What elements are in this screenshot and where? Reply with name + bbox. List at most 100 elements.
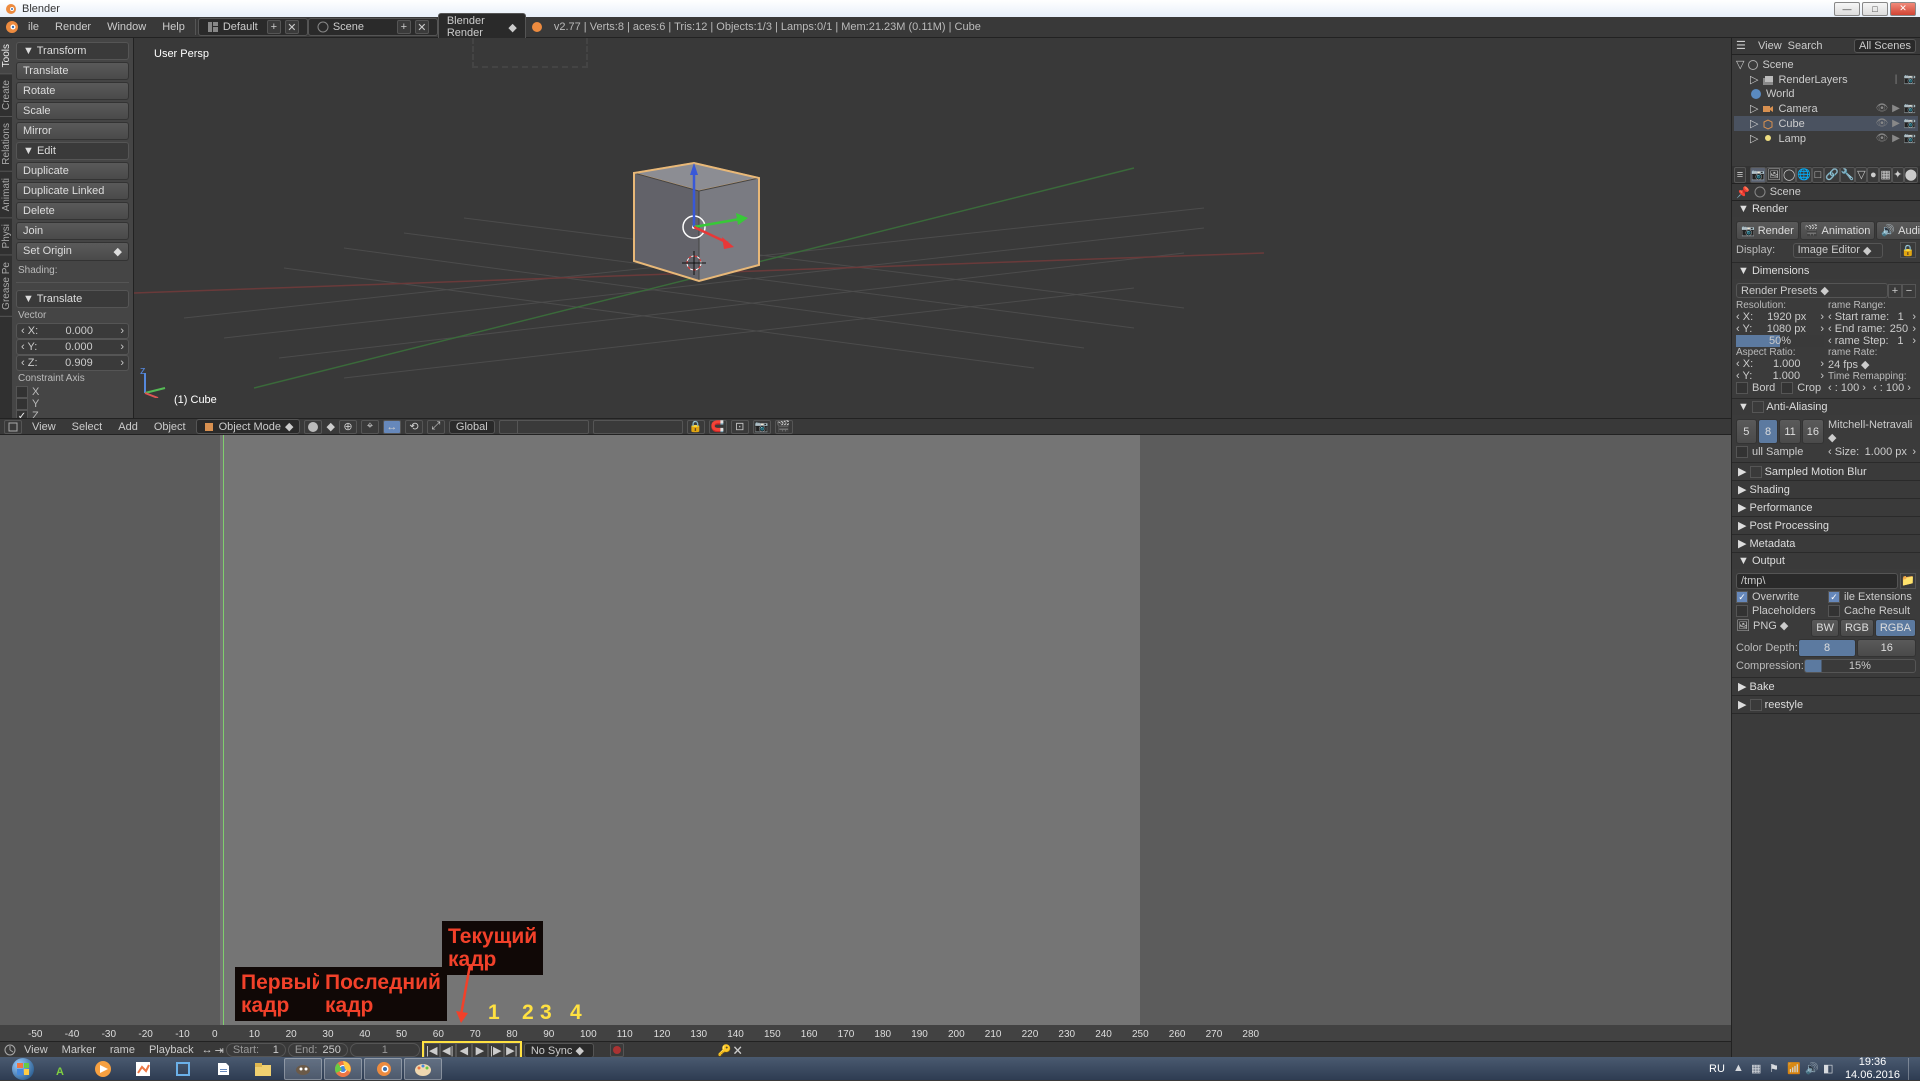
depth-8-button[interactable]: 8 bbox=[1798, 639, 1857, 657]
join-button[interactable]: Join bbox=[16, 222, 129, 240]
outliner-world-row[interactable]: World bbox=[1734, 87, 1918, 101]
output-path-field[interactable] bbox=[1736, 573, 1898, 589]
render-animation-button[interactable]: 🎬Animation bbox=[1800, 221, 1876, 240]
render-engine-dropdown[interactable]: Blender Render◆ bbox=[438, 13, 526, 41]
fileext-check[interactable]: ile Extensions bbox=[1828, 591, 1916, 603]
postprocess-panel-header[interactable]: ▶ Post Processing bbox=[1732, 517, 1920, 534]
crop-check[interactable]: Crop bbox=[1781, 382, 1821, 394]
frame-start-field[interactable]: ‹ Start rame:1› bbox=[1828, 311, 1916, 323]
outliner-cube-row[interactable]: ▷Cube👁▶📷 bbox=[1734, 116, 1918, 131]
orientation-dropdown[interactable]: Global bbox=[449, 420, 495, 434]
vector-x-field[interactable]: ‹ X:0.000› bbox=[16, 323, 129, 339]
bw-button[interactable]: BW bbox=[1811, 619, 1839, 637]
menu-window[interactable]: Window bbox=[99, 19, 154, 35]
tab-create[interactable]: Create bbox=[0, 74, 12, 117]
tray-network-icon[interactable]: 📶 bbox=[1787, 1062, 1801, 1076]
scale-button[interactable]: Scale bbox=[16, 102, 129, 120]
manipulator-rotate-icon[interactable]: ⟲ bbox=[405, 420, 423, 434]
aspect-y-field[interactable]: ‹ Y:1.000› bbox=[1736, 370, 1824, 382]
tray-show-hidden-icon[interactable]: ▲ bbox=[1733, 1062, 1747, 1076]
output-panel-header[interactable]: ▼ Output bbox=[1732, 553, 1920, 569]
edit-header[interactable]: ▼ Edit bbox=[16, 142, 129, 160]
vector-y-field[interactable]: ‹ Y:0.000› bbox=[16, 339, 129, 355]
outliner-search[interactable]: Search bbox=[1788, 40, 1823, 52]
taskbar-paint[interactable] bbox=[404, 1058, 442, 1080]
placeholders-check[interactable]: Placeholders bbox=[1736, 605, 1824, 617]
rotate-button[interactable]: Rotate bbox=[16, 82, 129, 100]
taskbar-app-1[interactable]: A bbox=[44, 1058, 82, 1080]
vh-add[interactable]: Add bbox=[112, 420, 144, 434]
browse-folder-icon[interactable]: 📁 bbox=[1900, 573, 1916, 589]
aa-8-button[interactable]: 8 bbox=[1758, 419, 1779, 444]
tray-icon-5[interactable]: ◧ bbox=[1823, 1062, 1837, 1076]
gl-render-icon[interactable]: 🎬 bbox=[775, 420, 793, 434]
close-button[interactable]: ✕ bbox=[1890, 2, 1916, 16]
format-dropdown[interactable]: 🖼 PNG ◆ bbox=[1736, 619, 1807, 637]
layers-button-group-2[interactable] bbox=[593, 420, 683, 434]
shading-panel-header[interactable]: ▶ Shading bbox=[1732, 481, 1920, 498]
texture-context-icon[interactable]: ▦ bbox=[1879, 167, 1891, 183]
pivot-icon[interactable]: ⊕ bbox=[339, 420, 357, 434]
start-frame-field[interactable]: Start:1 bbox=[226, 1043, 286, 1057]
set-origin-button[interactable]: Set Origin◆ bbox=[16, 242, 129, 261]
frame-end-field[interactable]: ‹ End rame:250› bbox=[1828, 323, 1916, 335]
tab-grease-pencil[interactable]: Grease Pe bbox=[0, 256, 12, 317]
vh-object[interactable]: Object bbox=[148, 420, 192, 434]
system-tray[interactable]: ▲ ▦ ⚑ 📶 🔊 ◧ bbox=[1733, 1062, 1837, 1076]
dimensions-panel-header[interactable]: ▼ Dimensions bbox=[1732, 263, 1920, 279]
play-reverse-button[interactable]: ◀ bbox=[456, 1043, 472, 1058]
snap-icon[interactable]: 🧲 bbox=[709, 420, 727, 434]
operator-header[interactable]: ▼ Translate bbox=[16, 290, 129, 308]
render-audio-button[interactable]: 🔊Audio bbox=[1876, 221, 1920, 240]
pin-icon[interactable]: 📌 bbox=[1736, 186, 1750, 199]
fps-dropdown[interactable]: 24 fps ◆ bbox=[1828, 358, 1916, 371]
preset-add-button[interactable]: + bbox=[1888, 284, 1902, 298]
editor-type-icon[interactable]: ≡ bbox=[1734, 167, 1746, 183]
taskbar-chrome[interactable] bbox=[324, 1058, 362, 1080]
preset-remove-button[interactable]: − bbox=[1902, 284, 1916, 298]
remap-new-field[interactable]: ‹ : 100 › bbox=[1873, 382, 1916, 394]
layers-button-group[interactable] bbox=[499, 420, 589, 434]
play-button[interactable]: ▶ bbox=[472, 1043, 488, 1058]
rgb-button[interactable]: RGB bbox=[1840, 619, 1874, 637]
mirror-button[interactable]: Mirror bbox=[16, 122, 129, 140]
viewport-3d[interactable]: User Persp (1) Cube z bbox=[134, 38, 1731, 418]
scene-context-icon[interactable]: ◯ bbox=[1782, 167, 1796, 183]
mode-dropdown[interactable]: Object Mode◆ bbox=[196, 419, 301, 434]
menu-render[interactable]: Render bbox=[47, 19, 99, 35]
end-frame-field[interactable]: End:250 bbox=[288, 1043, 348, 1057]
maximize-button[interactable]: □ bbox=[1862, 2, 1888, 16]
performance-panel-header[interactable]: ▶ Performance bbox=[1732, 499, 1920, 516]
aa-5-button[interactable]: 5 bbox=[1736, 419, 1757, 444]
th-playback[interactable]: Playback bbox=[143, 1043, 200, 1057]
bake-panel-header[interactable]: ▶ Bake bbox=[1732, 678, 1920, 695]
render-preview-icon[interactable]: 📷 bbox=[753, 420, 771, 434]
tab-relations[interactable]: Relations bbox=[0, 117, 12, 172]
cache-check[interactable]: Cache Result bbox=[1828, 605, 1916, 617]
renderlayers-context-icon[interactable]: 🖼 bbox=[1766, 167, 1782, 183]
physics-context-icon[interactable]: ⬤ bbox=[1904, 167, 1918, 183]
minimize-button[interactable]: — bbox=[1834, 2, 1860, 16]
clip-icon[interactable]: ⇥ bbox=[215, 1044, 224, 1057]
compression-slider[interactable]: 15% bbox=[1804, 659, 1916, 673]
aspect-x-field[interactable]: ‹ X:1.000› bbox=[1736, 358, 1824, 370]
tray-icon-1[interactable]: ▦ bbox=[1751, 1062, 1765, 1076]
lock-interface-icon[interactable]: 🔒 bbox=[1900, 242, 1916, 258]
tab-physics[interactable]: Physi bbox=[0, 218, 12, 255]
aa-size-field[interactable]: ‹ Size:1.000 px› bbox=[1828, 446, 1916, 458]
metadata-panel-header[interactable]: ▶ Metadata bbox=[1732, 535, 1920, 552]
display-dropdown[interactable]: Image Editor◆ bbox=[1793, 243, 1883, 258]
res-y-field[interactable]: ‹ Y:1080 px› bbox=[1736, 323, 1824, 335]
th-frame[interactable]: rame bbox=[104, 1043, 141, 1057]
sync-dropdown[interactable]: No Sync ◆ bbox=[524, 1043, 594, 1058]
tab-animation[interactable]: Animati bbox=[0, 172, 12, 218]
current-frame-field[interactable]: 1 bbox=[350, 1043, 420, 1057]
aa-16-button[interactable]: 16 bbox=[1802, 419, 1824, 444]
full-sample-check[interactable]: ull Sample bbox=[1736, 446, 1824, 458]
manipulator-scale-icon[interactable]: ⤢ bbox=[427, 420, 445, 434]
aa-panel-header[interactable]: ▼ Anti-Aliasing bbox=[1732, 399, 1920, 415]
range-icon[interactable]: ↔ bbox=[202, 1044, 213, 1056]
translate-button[interactable]: Translate bbox=[16, 62, 129, 80]
editor-type-icon[interactable] bbox=[4, 420, 22, 434]
scene-add-button[interactable]: + bbox=[397, 20, 411, 34]
